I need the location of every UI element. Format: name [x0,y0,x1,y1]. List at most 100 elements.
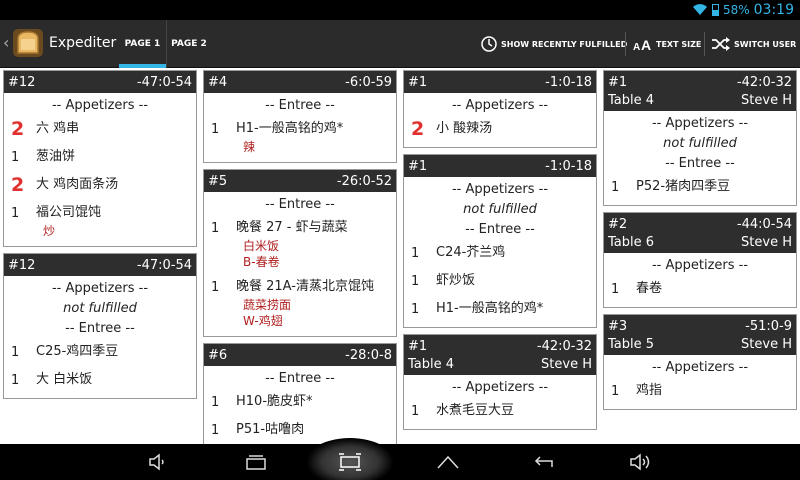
ticket-board: #12 -47:0-54 -- Appetizers -- 2 六 鸡串 1 葱油饼 2 大 鸡… [0,68,800,449]
item-quantity: 1 [611,282,620,297]
item-name: 大 白米饭 [36,372,93,387]
item-quantity: 1 [611,384,620,399]
ticket-body: -- Appetizers -- 1 水煮毛豆大豆 [404,375,596,429]
tab-page-2[interactable]: PAGE 2 [166,20,211,68]
order-item[interactable]: 1 晚餐 27 - 虾与蔬菜 白米饭 B-春卷 [204,215,396,274]
back-window-icon[interactable] [244,452,268,472]
item-name: P51-咕噜肉 [236,422,305,437]
order-item[interactable]: 1 H10-脆皮虾* [204,389,396,417]
ticket-header-row: Table 5 Steve H [608,337,792,352]
order-item[interactable]: 1 P52-猪肉四季豆 [604,174,796,202]
ticket-body: -- Entree -- 1 H1-一般高铭的鸡* 辣 [204,93,396,162]
ticket-header-row: #12 -47:0-54 [8,75,192,90]
item-quantity: 1 [411,246,420,261]
ticket-card[interactable]: #1 -42:0-32 Table 4 Steve H -- Appetizers --… [603,70,797,206]
ticket-card[interactable]: #12 -47:0-54 -- Appetizers -- not fulfilled… [3,253,197,399]
tab-page-1[interactable]: PAGE 1 [119,20,166,68]
ticket-card[interactable]: #5 -26:0-52 -- Entree -- 1 晚餐 27 - 虾与蔬菜 白米饭 B-… [203,169,397,337]
ticket-column-3: #1 -1:0-18 -- Appetizers -- 2 小 酸辣汤 #1 -1:0-18… [403,70,597,430]
order-item[interactable]: 1 大 白米饭 [4,367,196,395]
item-name: 晚餐 21A-清蒸北京馄饨 [236,279,374,294]
ticket-elapsed-time: -42:0-32 [736,75,792,90]
ticket-card[interactable]: #12 -47:0-54 -- Appetizers -- 2 六 鸡串 1 葱油饼 2 大 鸡… [3,70,197,247]
ticket-header: #12 -47:0-54 [4,254,196,276]
order-item[interactable]: 1 H1-一般高铭的鸡* [404,296,596,324]
battery-icon [711,4,719,16]
back-icon[interactable] [532,452,556,472]
item-name: H10-脆皮虾* [236,394,313,409]
ticket-elapsed-time: -6:0-59 [345,75,392,90]
ticket-body: -- Appetizers -- not fulfilled -- Entree -… [404,177,596,327]
ticket-header-row: Table 4 Steve H [408,357,592,372]
ticket-body: -- Appetizers -- 2 小 酸辣汤 [404,93,596,147]
ticket-number: #12 [8,258,36,273]
item-name: H1-一般高铭的鸡* [436,301,544,316]
ticket-header: #12 -47:0-54 [4,71,196,93]
home-icon[interactable] [436,452,460,472]
ticket-header-row: #3 -51:0-9 [608,319,792,334]
item-quantity: 2 [11,174,25,196]
ticket-card[interactable]: #4 -6:0-59 -- Entree -- 1 H1-一般高铭的鸡* 辣 [203,70,397,163]
item-quantity: 1 [611,180,620,195]
ticket-card[interactable]: #2 -44:0-54 Table 6 Steve H -- Appetizers --… [603,212,797,308]
item-name: 福公司馄饨 [36,205,102,220]
ticket-number: #12 [8,75,36,90]
recent-apps-icon[interactable] [338,452,362,472]
ticket-header-row: #12 -47:0-54 [8,258,192,273]
order-item[interactable]: 1 葱油饼 [4,144,196,172]
item-quantity: 1 [211,221,220,236]
ticket-number: #2 [608,217,628,232]
ticket-card[interactable]: #1 -42:0-32 Table 4 Steve H -- Appetizers --… [403,334,597,430]
toast-app-icon[interactable] [12,27,44,59]
item-quantity: 1 [411,404,420,419]
switch-user-button[interactable]: SWITCH USER [711,32,796,56]
ticket-card[interactable]: #1 -1:0-18 -- Appetizers -- 2 小 酸辣汤 [403,70,597,148]
order-item[interactable]: 1 C25-鸡四季豆 [4,339,196,367]
item-quantity: 1 [11,373,20,388]
ticket-column-4: #1 -42:0-32 Table 4 Steve H -- Appetizers --… [603,70,797,410]
order-item[interactable]: 2 小 酸辣汤 [404,116,596,144]
ticket-header-row: #2 -44:0-54 [608,217,792,232]
item-modifier: 炒 [43,224,56,238]
ticket-header-row: Table 4 Steve H [608,93,792,108]
order-item[interactable]: 1 C24-芥兰鸡 [404,240,596,268]
up-caret-icon[interactable]: ‹ [3,33,9,52]
item-quantity: 1 [211,122,220,137]
ticket-header: #1 -1:0-18 [404,71,596,93]
ticket-table: Table 4 [608,93,655,108]
ticket-body: -- Entree -- 1 晚餐 27 - 虾与蔬菜 白米饭 B-春卷 1 晚餐 21A-… [204,192,396,336]
item-name: 鸡指 [636,383,663,398]
item-name: 虾炒饭 [436,273,476,288]
volume-up-icon[interactable] [628,452,652,472]
order-item[interactable]: 1 虾炒饭 [404,268,596,296]
show-recently-fulfilled-button[interactable]: SHOW RECENTLY FULFILLED [480,32,627,56]
item-name: 葱油饼 [36,149,76,164]
ticket-header-row: #1 -1:0-18 [408,159,592,174]
ticket-card[interactable]: #1 -1:0-18 -- Appetizers -- not fulfilled --… [403,154,597,328]
order-item[interactable]: 2 大 鸡肉面条汤 [4,172,196,200]
course-header: -- Appetizers -- [451,98,549,113]
order-item[interactable]: 1 水煮毛豆大豆 [404,398,596,426]
item-modifier: 白米饭 [243,239,280,253]
show-recently-fulfilled-label: SHOW RECENTLY FULFILLED [501,39,628,49]
item-quantity: 1 [11,150,20,165]
course-header: -- Entree -- [65,321,135,336]
order-item[interactable]: 2 六 鸡串 [4,116,196,144]
ticket-card[interactable]: #6 -28:0-8 -- Entree -- 1 H10-脆皮虾* 1 P51-咕噜肉 [203,343,397,449]
ticket-header-row: #5 -26:0-52 [208,174,392,189]
order-item[interactable]: 1 福公司馄饨炒 [4,200,196,243]
order-item[interactable]: 1 H1-一般高铭的鸡* 辣 [204,116,396,159]
ticket-body: -- Appetizers -- 1 春卷 [604,253,796,307]
ticket-body: -- Appetizers -- 2 六 鸡串 1 葱油饼 2 大 鸡肉面条汤 1 福公司馄饨炒 [4,93,196,246]
text-size-button[interactable]: A A TEXT SIZE [633,32,701,56]
ticket-card[interactable]: #3 -51:0-9 Table 5 Steve H -- Appetizers -- 1… [603,314,797,410]
order-item[interactable]: 1 晚餐 21A-清蒸北京馄饨 蔬菜捞面 W-鸡翅 [204,274,396,333]
ticket-elapsed-time: -1:0-18 [545,159,592,174]
order-item[interactable]: 1 鸡指 [604,378,796,406]
item-name: 春卷 [636,281,663,296]
order-item[interactable]: 1 春卷 [604,276,796,304]
item-quantity: 1 [211,395,220,410]
ticket-table: Table 4 [408,357,455,372]
ticket-number: #1 [608,75,628,90]
volume-down-icon[interactable] [146,452,170,472]
